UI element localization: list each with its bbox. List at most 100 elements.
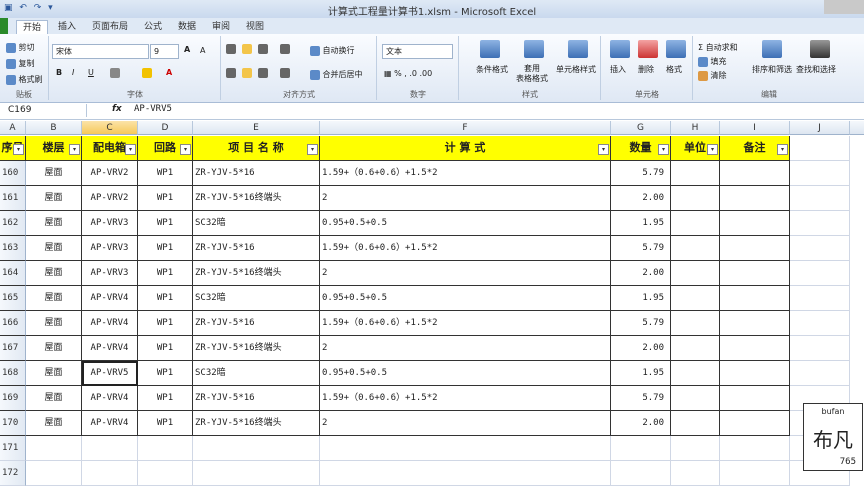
table-cell[interactable]: 2.00 xyxy=(611,336,671,361)
table-cell[interactable]: WP1 xyxy=(138,236,193,261)
table-cell[interactable]: WP1 xyxy=(138,161,193,186)
tab-data[interactable]: 数据 xyxy=(172,20,202,34)
table-cell[interactable]: AP-VRV5 xyxy=(82,361,138,386)
table-cell[interactable] xyxy=(720,311,790,336)
empty-cell[interactable] xyxy=(790,136,850,161)
table-cell[interactable]: 2 xyxy=(320,186,611,211)
empty-cell[interactable] xyxy=(790,361,850,386)
table-cell[interactable]: SC32暗 xyxy=(193,211,320,236)
header-cell[interactable]: 单位 ▾ xyxy=(671,136,720,161)
empty-cell[interactable] xyxy=(611,436,671,461)
number-format-select[interactable]: 文本 xyxy=(382,44,453,59)
table-cell[interactable]: 屋面 xyxy=(26,411,82,436)
table-cell[interactable]: WP1 xyxy=(138,411,193,436)
sort-filter-button[interactable]: 排序和筛选 xyxy=(752,64,792,75)
number-format-buttons[interactable]: ▦ % , .0 .00 xyxy=(384,69,432,78)
table-cell[interactable]: AP-VRV2 xyxy=(82,161,138,186)
table-cell[interactable] xyxy=(720,236,790,261)
table-cell[interactable]: 1.59+（0.6+0.6）+1.5*2 xyxy=(320,236,611,261)
header-cell[interactable]: 序号▾ xyxy=(0,136,26,161)
conditional-format-button[interactable]: 条件格式 xyxy=(476,64,508,75)
window-controls[interactable] xyxy=(824,0,864,14)
empty-cell[interactable] xyxy=(320,461,611,486)
filter-dropdown-icon[interactable]: ▾ xyxy=(69,144,80,155)
align-right-button[interactable] xyxy=(258,68,268,78)
header-cell[interactable]: 回路 ▾ xyxy=(138,136,193,161)
empty-cell[interactable] xyxy=(82,436,138,461)
fill-color-button[interactable] xyxy=(142,68,152,78)
italic-button[interactable]: I xyxy=(72,68,74,77)
table-cell[interactable]: WP1 xyxy=(138,311,193,336)
table-cell[interactable]: WP1 xyxy=(138,336,193,361)
column-header-e[interactable]: E xyxy=(193,121,320,135)
autosum-button[interactable]: Σ 自动求和 xyxy=(698,42,738,53)
tab-formulas[interactable]: 公式 xyxy=(138,20,168,34)
table-cell[interactable]: 屋面 xyxy=(26,286,82,311)
empty-cell[interactable] xyxy=(720,436,790,461)
table-cell[interactable]: ZR-YJV-5*16终端头 xyxy=(193,261,320,286)
tab-review[interactable]: 审阅 xyxy=(206,20,236,34)
table-cell[interactable]: 5.79 xyxy=(611,311,671,336)
table-cell[interactable]: AP-VRV4 xyxy=(82,286,138,311)
table-cell[interactable]: AP-VRV3 xyxy=(82,236,138,261)
table-cell[interactable]: 2 xyxy=(320,261,611,286)
table-cell[interactable] xyxy=(671,161,720,186)
fill-button[interactable]: 填充 xyxy=(698,56,727,67)
table-cell[interactable]: 5.79 xyxy=(611,386,671,411)
table-cell[interactable] xyxy=(720,411,790,436)
filter-dropdown-icon[interactable]: ▾ xyxy=(125,144,136,155)
name-box[interactable]: C169 xyxy=(0,104,87,117)
table-cell[interactable]: AP-VRV3 xyxy=(82,211,138,236)
table-cell[interactable]: 0.95+0.5+0.5 xyxy=(320,286,611,311)
table-cell[interactable]: ZR-YJV-5*16终端头 xyxy=(193,186,320,211)
copy-button[interactable]: 复制 xyxy=(6,58,35,69)
format-painter-button[interactable]: 格式刷 xyxy=(6,74,43,85)
empty-cell[interactable] xyxy=(193,436,320,461)
font-name-select[interactable]: 宋体 xyxy=(52,44,149,59)
table-cell[interactable] xyxy=(671,336,720,361)
table-cell[interactable]: 2 xyxy=(320,411,611,436)
table-cell[interactable]: 屋面 xyxy=(26,161,82,186)
wrap-text-button[interactable]: 自动换行 xyxy=(310,45,355,56)
shrink-font-button[interactable]: A xyxy=(200,46,205,55)
filter-dropdown-icon[interactable]: ▾ xyxy=(598,144,609,155)
font-color-button[interactable]: A xyxy=(166,68,172,77)
empty-cell[interactable] xyxy=(671,461,720,486)
table-cell[interactable]: SC32暗 xyxy=(193,361,320,386)
insert-cells-button[interactable]: 插入 xyxy=(610,64,626,75)
table-cell[interactable]: 5.79 xyxy=(611,161,671,186)
empty-cell[interactable] xyxy=(790,211,850,236)
bold-button[interactable]: B xyxy=(56,68,62,77)
table-cell[interactable]: 屋面 xyxy=(26,311,82,336)
table-cell[interactable]: 0.95+0.5+0.5 xyxy=(320,211,611,236)
table-cell[interactable]: 1.59+（0.6+0.6）+1.5*2 xyxy=(320,311,611,336)
table-cell[interactable]: 屋面 xyxy=(26,386,82,411)
table-cell[interactable] xyxy=(671,211,720,236)
tab-home[interactable]: 开始 xyxy=(16,20,49,35)
empty-cell[interactable] xyxy=(790,236,850,261)
table-cell[interactable]: 1.95 xyxy=(611,211,671,236)
filter-dropdown-icon[interactable]: ▾ xyxy=(707,144,718,155)
empty-cell[interactable] xyxy=(26,461,82,486)
table-cell[interactable]: ZR-YJV-5*16 xyxy=(193,386,320,411)
formula-input[interactable]: AP-VRV5 xyxy=(134,104,172,114)
tab-view[interactable]: 视图 xyxy=(240,20,270,34)
border-button[interactable] xyxy=(110,68,120,78)
header-cell[interactable]: 数量 ▾ xyxy=(611,136,671,161)
empty-cell[interactable] xyxy=(790,336,850,361)
find-select-button[interactable]: 查找和选择 xyxy=(796,64,836,75)
table-cell[interactable] xyxy=(671,411,720,436)
column-header-d[interactable]: D xyxy=(138,121,193,135)
table-cell[interactable] xyxy=(720,261,790,286)
table-cell[interactable]: AP-VRV4 xyxy=(82,311,138,336)
table-cell[interactable]: 屋面 xyxy=(26,336,82,361)
table-cell[interactable]: 2.00 xyxy=(611,411,671,436)
empty-cell[interactable] xyxy=(790,286,850,311)
table-cell[interactable]: WP1 xyxy=(138,286,193,311)
column-header-g[interactable]: G xyxy=(611,121,671,135)
column-header-b[interactable]: B xyxy=(26,121,82,135)
table-cell[interactable]: 1.59+（0.6+0.6）+1.5*2 xyxy=(320,161,611,186)
filter-dropdown-icon[interactable]: ▾ xyxy=(13,144,24,155)
font-size-select[interactable]: 9 xyxy=(150,44,179,59)
header-cell[interactable]: 备注 ▾ xyxy=(720,136,790,161)
